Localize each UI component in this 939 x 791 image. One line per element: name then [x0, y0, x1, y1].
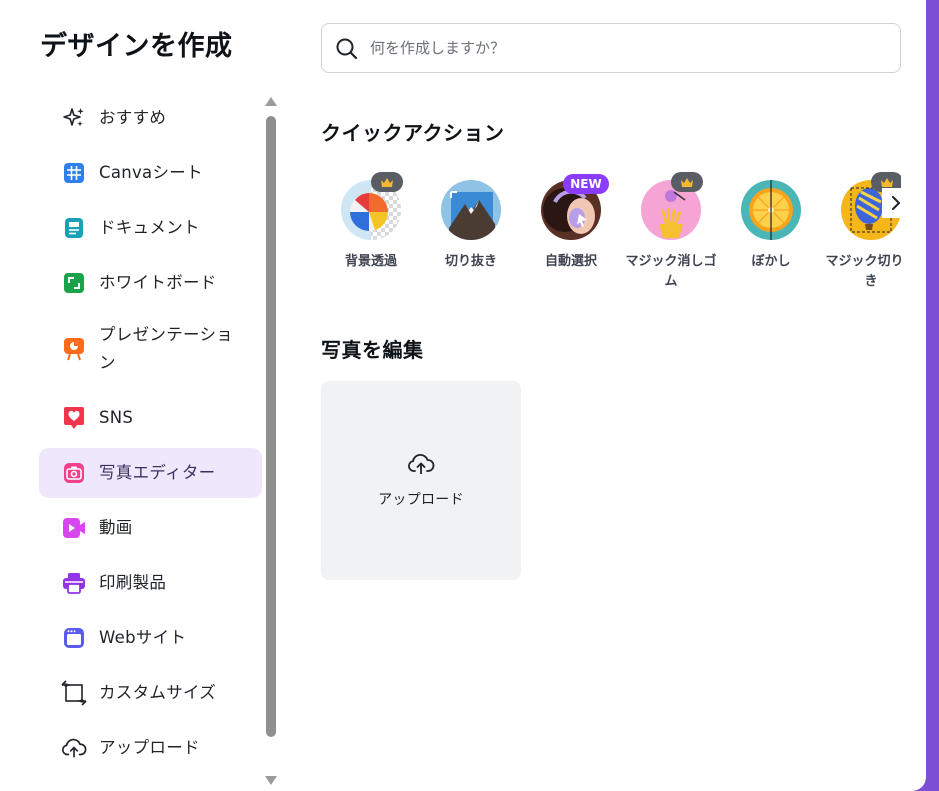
- cloud-upload-icon: [408, 454, 435, 474]
- quick-action-label: 自動選択: [544, 254, 597, 269]
- orange-thumbnail: [741, 180, 801, 240]
- sidebar-item-custom-size[interactable]: カスタムサイズ: [39, 668, 262, 718]
- sidebar-item-print[interactable]: 印刷製品: [39, 558, 262, 608]
- quick-actions-title: クイックアクション: [321, 121, 505, 145]
- search-box[interactable]: [321, 23, 901, 73]
- whiteboard-icon: [61, 270, 87, 296]
- quick-action-bg-remover[interactable]: 背景透過: [321, 172, 421, 300]
- scroll-up-arrow-icon[interactable]: [265, 97, 277, 106]
- video-icon: [61, 515, 87, 541]
- sidebar-item-label: プレゼンテーション: [99, 325, 234, 372]
- quick-action-crop[interactable]: 切り抜き: [421, 180, 521, 300]
- sidebar-item-video[interactable]: 動画: [39, 503, 262, 553]
- scroll-thumb[interactable]: [266, 116, 276, 737]
- crown-icon: [881, 177, 893, 187]
- crown-icon: [681, 177, 693, 187]
- quick-action-label: マジック消しゴム: [625, 254, 717, 289]
- upload-card-label: アップロード: [378, 492, 464, 508]
- edit-photo-title: 写真を編集: [321, 338, 424, 362]
- premium-crown-badge: [671, 172, 703, 192]
- premium-crown-badge: [371, 172, 403, 192]
- upload-card[interactable]: アップロード: [321, 381, 521, 580]
- quick-action-label: ぼかし: [751, 254, 791, 269]
- quick-action-auto-select[interactable]: NEW 自動選択: [521, 174, 621, 300]
- quick-actions-row: 背景透過 切り抜き NEW 自動選択 マジック消しゴム ぼかし マジック切り き: [321, 170, 901, 300]
- sidebar-item-label: 印刷製品: [99, 573, 167, 592]
- sheet-icon: [61, 160, 87, 186]
- cloud-upload-icon: [61, 735, 87, 761]
- sidebar-item-label: おすすめ: [99, 108, 167, 127]
- sidebar-item-label: 動画: [99, 518, 133, 537]
- sidebar-item-label: ホワイトボード: [99, 273, 217, 292]
- doc-icon: [61, 215, 87, 241]
- heart-icon: [61, 405, 87, 431]
- sidebar-item-photo-editor[interactable]: 写真エディター: [39, 448, 262, 498]
- create-design-dialog: デザインを作成 おすすめ: [0, 0, 926, 791]
- resize-icon: [61, 680, 87, 706]
- quick-action-label: 背景透過: [344, 254, 397, 269]
- scroll-down-arrow-icon[interactable]: [265, 776, 277, 785]
- quick-actions-next-button[interactable]: [882, 188, 910, 218]
- sidebar-item-label: カスタムサイズ: [99, 683, 217, 702]
- search-input[interactable]: [370, 34, 870, 62]
- sidebar-item-label: アップロード: [99, 738, 200, 757]
- quick-action-magic-eraser[interactable]: マジック消しゴム: [621, 172, 721, 300]
- sidebar-item-recommended[interactable]: おすすめ: [39, 93, 262, 143]
- quick-action-label: マジック切り抜き: [825, 254, 901, 289]
- sidebar: おすすめ Canvaシート ドキュメント ホワイトボード プレゼンテーション S…: [39, 90, 263, 791]
- quick-action-label: 切り抜き: [444, 254, 497, 269]
- sidebar-item-label: SNS: [99, 408, 134, 427]
- sidebar-item-canva-sheets[interactable]: Canvaシート: [39, 148, 262, 198]
- website-icon: [61, 625, 87, 651]
- sidebar-item-website[interactable]: Webサイト: [39, 613, 262, 663]
- quick-action-blur[interactable]: ぼかし: [721, 180, 821, 300]
- sidebar-item-label: Webサイト: [99, 628, 187, 647]
- sidebar-item-whiteboard[interactable]: ホワイトボード: [39, 258, 262, 308]
- crown-icon: [381, 177, 393, 187]
- sparkles-icon: [61, 105, 87, 131]
- sidebar-scrollbar[interactable]: [263, 97, 279, 791]
- sidebar-item-document[interactable]: ドキュメント: [39, 203, 262, 253]
- search-icon: [336, 38, 358, 60]
- sidebar-item-sns[interactable]: SNS: [39, 393, 262, 443]
- sidebar-item-label: Canvaシート: [99, 163, 203, 182]
- sidebar-item-presentation[interactable]: プレゼンテーション: [39, 313, 262, 385]
- sidebar-item-upload[interactable]: アップロード: [39, 723, 262, 773]
- printer-icon: [61, 570, 87, 596]
- presentation-icon: [61, 336, 87, 362]
- mountain-thumbnail: [441, 180, 501, 240]
- new-badge: NEW: [563, 174, 609, 194]
- dialog-title: デザインを作成: [40, 31, 233, 62]
- chevron-right-icon: [892, 196, 900, 210]
- camera-icon: [61, 460, 87, 486]
- sidebar-item-label: 写真エディター: [99, 463, 216, 482]
- sidebar-item-label: ドキュメント: [99, 218, 200, 237]
